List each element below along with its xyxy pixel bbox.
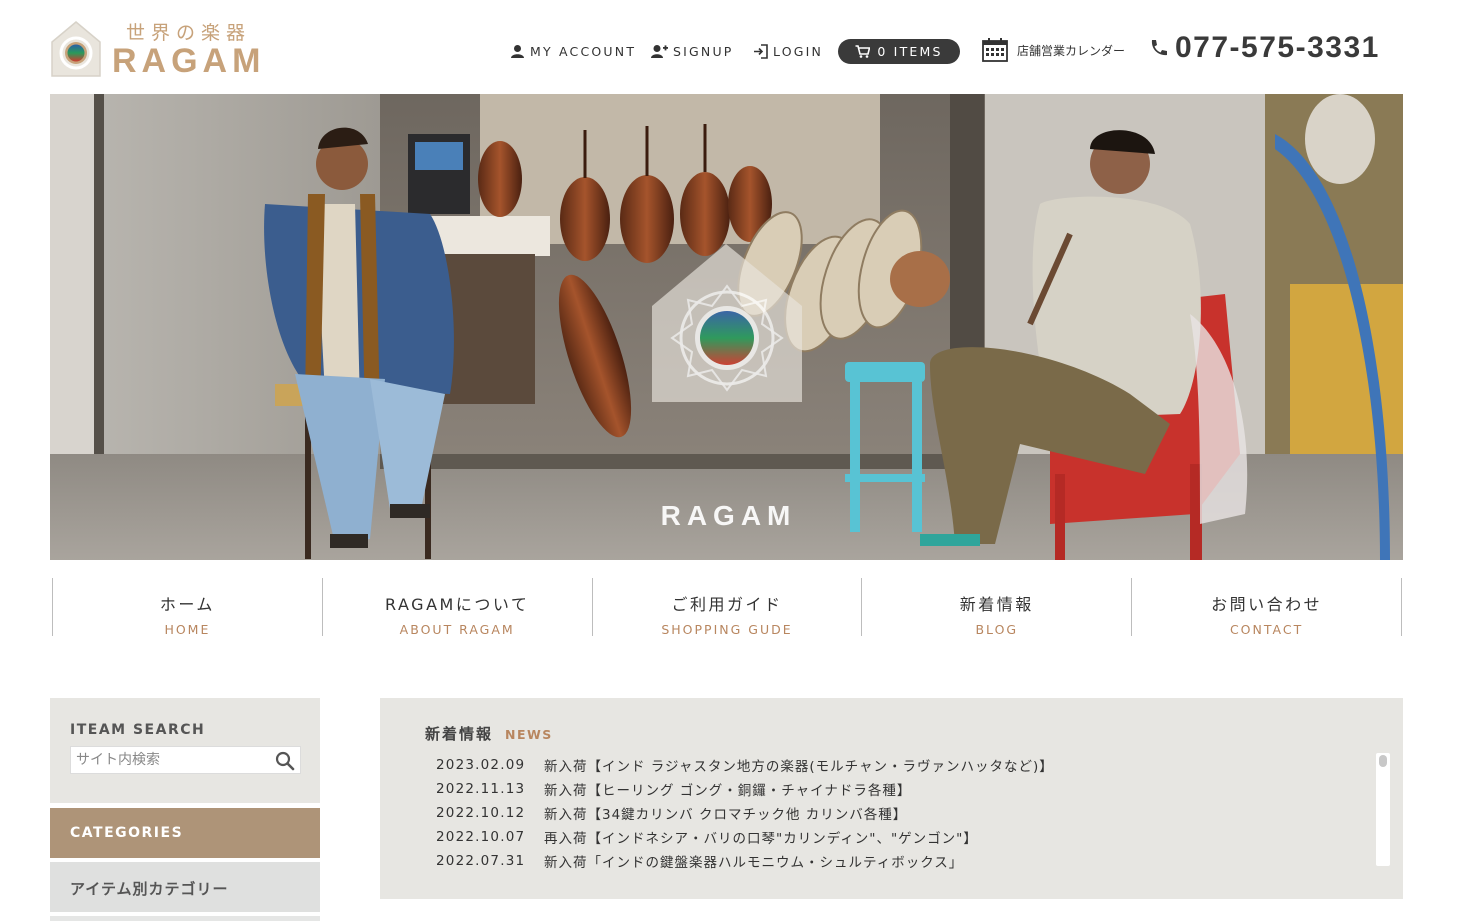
phone-icon [1151,40,1167,56]
news-item[interactable]: 2022.10.12 新入荷【34鍵カリンバ クロマチック他 カリンバ各種】 [436,801,1366,825]
cart-count-label: 0 ITEMS [877,44,943,59]
news-date: 2022.11.13 [436,781,526,797]
logo-wordmark: RAGAM [112,42,266,80]
news-list: 2023.02.09 新入荷【インド ラジャスタン地方の楽器(モルチャン・ラヴァ… [436,753,1366,873]
cart-button[interactable]: 0 ITEMS [838,39,960,64]
nav-about[interactable]: RAGAMについて ABOUT RAGAM [321,578,592,637]
nav-about-en: ABOUT RAGAM [399,622,515,637]
search-input[interactable] [71,747,271,773]
nav-contact[interactable]: お問い合わせ CONTACT [1131,578,1401,637]
category-next-item[interactable] [50,916,320,921]
nav-contact-en: CONTACT [1229,622,1304,637]
news-item[interactable]: 2022.07.31 新入荷「インドの鍵盤楽器ハルモニウム・シュルティボックス」 [436,849,1366,873]
cart-icon [855,45,871,58]
nav-blog-en: BLOG [975,622,1019,637]
login-icon [754,44,768,59]
news-title: 新入荷「インドの鍵盤楽器ハルモニウム・シュルティボックス」 [544,855,964,871]
nav-blog[interactable]: 新着情報 BLOG [861,578,1131,637]
news-heading-jp: 新着情報 [425,725,494,743]
nav-home[interactable]: ホーム HOME [52,578,322,637]
news-date: 2023.02.09 [436,757,526,773]
login-label: LOGIN [773,44,824,59]
my-account-link[interactable]: MY ACCOUNT [510,44,636,59]
news-date: 2022.10.12 [436,805,526,821]
nav-shopping-guide-en: SHOPPING GUDE [661,622,793,637]
logo-emblem-icon [51,21,101,77]
calendar-label: 店舗営業カレンダー [1017,43,1126,58]
news-date: 2022.07.31 [436,853,526,869]
nav-home-jp: ホーム [159,595,215,614]
news-item[interactable]: 2022.10.07 再入荷【インドネシア・バリの口琴"カリンディン"、"ゲンゴ… [436,825,1366,849]
category-by-item-link[interactable]: アイテム別カテゴリー [50,862,320,912]
search-box [70,746,301,774]
site-logo[interactable]: 世界の楽器 RAGAM [50,18,280,80]
signup-label: SIGNUP [673,44,734,59]
nav-shopping-guide-jp: ご利用ガイド [671,595,783,614]
categories-heading: CATEGORIES [50,808,320,858]
phone-number[interactable]: 077-575-3331 [1148,31,1380,65]
site-header: 世界の楽器 RAGAM MY ACCOUNT SIGNUP LOGIN 0 IT… [0,0,1461,94]
news-heading: 新着情報 NEWS [425,723,553,744]
user-plus-icon [651,45,668,58]
item-search-title: ITEAM SEARCH [70,722,206,738]
search-icon[interactable] [275,751,295,771]
global-navigation: ホーム HOME RAGAMについて ABOUT RAGAM ご利用ガイド SH… [52,578,1402,637]
store-calendar-link[interactable]: 店舗営業カレンダー [982,38,1125,62]
news-title: 再入荷【インドネシア・バリの口琴"カリンディン"、"ゲンゴン"】 [544,831,978,847]
news-scrollbar-thumb[interactable] [1379,755,1387,767]
news-date: 2022.10.07 [436,829,526,845]
hero-banner: RAGAM [50,94,1403,560]
calendar-icon [982,38,1008,62]
news-heading-en: NEWS [505,727,553,742]
nav-home-en: HOME [164,622,211,637]
user-icon [511,45,524,58]
hero-watermark-text: RAGAM [660,500,797,531]
nav-about-jp: RAGAMについて [385,595,530,614]
nav-contact-jp: お問い合わせ [1211,595,1323,614]
nav-blog-jp: 新着情報 [959,595,1034,614]
news-item[interactable]: 2022.11.13 新入荷【ヒーリング ゴング・銅鑼・チャイナドラ各種】 [436,777,1366,801]
news-scrollbar[interactable] [1376,753,1390,866]
item-search-panel: ITEAM SEARCH [50,698,320,803]
news-item[interactable]: 2023.02.09 新入荷【インド ラジャスタン地方の楽器(モルチャン・ラヴァ… [436,753,1366,777]
signup-link[interactable]: SIGNUP [651,44,734,59]
login-link[interactable]: LOGIN [753,44,823,59]
hero-photo [50,94,1403,560]
news-title: 新入荷【34鍵カリンバ クロマチック他 カリンバ各種】 [544,807,908,823]
news-panel: 新着情報 NEWS 2023.02.09 新入荷【インド ラジャスタン地方の楽器… [380,698,1403,899]
my-account-label: MY ACCOUNT [530,44,637,59]
logo-japanese-text: 世界の楽器 [126,22,252,44]
phone-number-text: 077-575-3331 [1175,31,1380,64]
nav-shopping-guide[interactable]: ご利用ガイド SHOPPING GUDE [591,578,862,637]
news-title: 新入荷【インド ラジャスタン地方の楽器(モルチャン・ラヴァンハッタなど)】 [544,759,1054,775]
news-title: 新入荷【ヒーリング ゴング・銅鑼・チャイナドラ各種】 [544,783,912,799]
